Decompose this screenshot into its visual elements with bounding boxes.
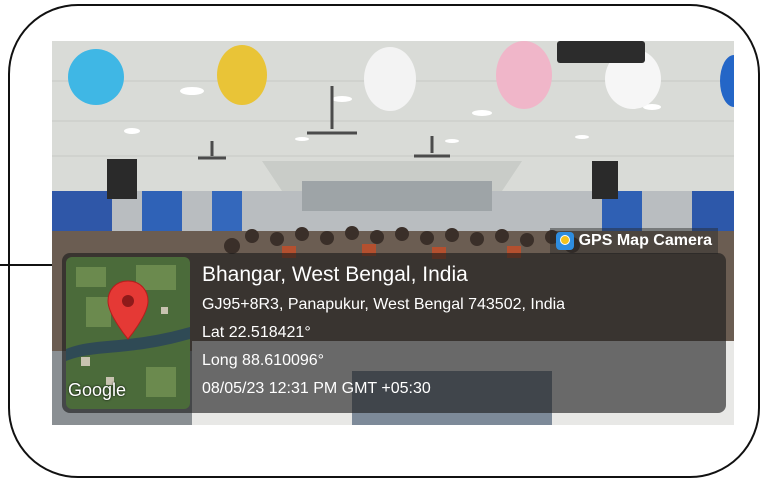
gps-info-overlay: Google Bhangar, West Bengal, India GJ95+… — [62, 253, 726, 413]
location-details: Bhangar, West Bengal, India GJ95+8R3, Pa… — [202, 259, 565, 403]
mini-map: Google — [66, 257, 190, 409]
map-camera-app-icon — [555, 232, 574, 250]
google-attribution: Google — [68, 380, 127, 400]
gps-map-camera-badge: GPS Map Camera — [549, 228, 718, 254]
brand-label: GPS Map Camera — [578, 232, 712, 249]
address-line: GJ95+8R3, Panapukur, West Bengal 743502,… — [202, 296, 566, 313]
latitude-line: Lat 22.518421° — [202, 324, 311, 341]
hall-photo: GPS Map Camera Google Bhangar, West Beng… — [52, 41, 734, 425]
side-divider — [0, 264, 56, 266]
datetime-line: 08/05/23 12:31 PM GMT +05:30 — [202, 380, 431, 397]
longitude-line: Long 88.610096° — [202, 352, 325, 369]
location-title: Bhangar, West Bengal, India — [202, 263, 468, 286]
